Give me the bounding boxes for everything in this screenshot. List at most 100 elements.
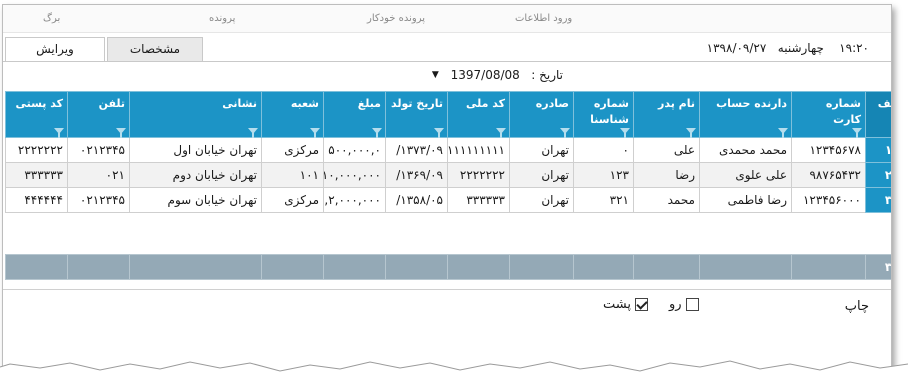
column-header-row[interactable]: ردیف	[865, 91, 891, 138]
cell-branch[interactable]: ۱۰۱	[261, 162, 324, 188]
cell-phone[interactable]: ۰۲۱۲۳۴۵	[67, 187, 130, 213]
date-filter: تاریخ : 1397/08/08 ▼	[403, 67, 563, 87]
clock-display: ۱۹:۲۰ چهارشنبه ۱۳۹۸/۰۹/۲۷	[707, 41, 869, 55]
column-header-phone[interactable]: تلفن	[67, 91, 130, 138]
section-divider	[3, 289, 891, 290]
row-number[interactable]: ۱	[865, 137, 891, 163]
app-window: ورود اطلاعات پرونده خودکار پرونده برگ وی…	[2, 4, 892, 372]
cell-postal-code[interactable]: ۲۲۲۲۲۲۲	[5, 137, 68, 163]
filter-icon[interactable]	[560, 128, 570, 138]
cell-branch[interactable]: مرکزی	[261, 187, 324, 213]
footer-cell	[791, 254, 866, 280]
print-back-label: پشت	[603, 297, 631, 312]
footer-cell	[699, 254, 792, 280]
print-label: چاپ	[844, 299, 869, 314]
cell-father-name[interactable]: محمد	[633, 187, 700, 213]
cell-national-code[interactable]: ۳۳۳۳۳۳	[447, 187, 510, 213]
footer-cell	[509, 254, 574, 280]
cell-amount[interactable]: ۱۰,۰۰۰,۰۰۰	[323, 162, 386, 188]
nav-item-file[interactable]: پرونده	[209, 13, 235, 24]
cell-postal-code[interactable]: ۳۳۳۳۳۳	[5, 162, 68, 188]
filter-icon[interactable]	[434, 128, 444, 138]
cell-national-code[interactable]: ۱۱۱۱۱۱۱۱۱۱	[447, 137, 510, 163]
print-back-checkbox[interactable]: پشت	[603, 297, 648, 312]
clock-time: ۱۹:۲۰	[839, 41, 869, 55]
nav-item-sheet[interactable]: برگ	[43, 13, 60, 24]
column-header-father-name[interactable]: نام پدر	[633, 91, 700, 138]
checkbox-back-box[interactable]	[634, 298, 648, 311]
empty-space	[5, 212, 891, 255]
nav-item-auto-file[interactable]: پرونده خودکار	[367, 13, 425, 24]
chevron-down-icon[interactable]: ▼	[432, 70, 439, 80]
clock-date: ۱۳۹۸/۰۹/۲۷	[706, 41, 767, 55]
column-header-card-number[interactable]: شماره کارت	[791, 91, 866, 138]
cell-id-number[interactable]: ۳۲۱	[573, 187, 634, 213]
cell-postal-code[interactable]: ۴۴۴۴۴۴	[5, 187, 68, 213]
cell-account-holder[interactable]: علی علوی	[699, 162, 792, 188]
footer-cell	[573, 254, 634, 280]
cell-birth-date[interactable]: ۱۳۶۹/۰۹/	[385, 162, 448, 188]
table-row[interactable]: ۳ ۱۲۳۴۵۶۰۰۰ رضا فاطمی محمد ۳۲۱ تهران ۳۳۳…	[5, 187, 891, 213]
cell-id-number[interactable]: ۱۲۳	[573, 162, 634, 188]
column-header-address[interactable]: نشانی	[129, 91, 262, 138]
cell-address[interactable]: تهران خیابان دوم	[129, 162, 262, 188]
table-row[interactable]: ۱ ۱۲۳۴۵۶۷۸ محمد محمدی علی ۰ تهران ۱۱۱۱۱۱…	[5, 137, 891, 163]
nav-item-data-entry[interactable]: ورود اطلاعات	[515, 13, 572, 24]
row-number[interactable]: ۲	[865, 162, 891, 188]
column-header-account-holder[interactable]: دارنده حساب	[699, 91, 792, 138]
checkbox-front-box[interactable]	[685, 298, 699, 311]
filter-icon[interactable]	[852, 128, 862, 138]
footer-cell	[67, 254, 130, 280]
footer-cell	[261, 254, 324, 280]
cell-phone[interactable]: ۰۲۱	[67, 162, 130, 188]
cell-birth-date[interactable]: ۱۳۵۸/۰۵/	[385, 187, 448, 213]
filter-icon[interactable]	[310, 128, 320, 138]
cell-phone[interactable]: ۰۲۱۲۳۴۵	[67, 137, 130, 163]
filter-icon[interactable]	[496, 128, 506, 138]
records-grid: ردیف شماره کارت دارنده حساب نام پدر شمار…	[5, 91, 891, 280]
cell-issued[interactable]: تهران	[509, 162, 574, 188]
cell-father-name[interactable]: رضا	[633, 162, 700, 188]
column-header-postal-code[interactable]: کد پستی	[5, 91, 68, 138]
footer-row-count: ۳	[865, 254, 891, 280]
cell-card-number[interactable]: ۱۲۳۴۵۶۰۰۰	[791, 187, 866, 213]
filter-icon[interactable]	[54, 128, 64, 138]
date-select[interactable]: 1397/08/08	[451, 68, 520, 82]
filter-icon[interactable]	[116, 128, 126, 138]
column-header-issued[interactable]: صادره	[509, 91, 574, 138]
column-header-national-code[interactable]: کد ملی	[447, 91, 510, 138]
column-header-id-number[interactable]: شماره شناسنا	[573, 91, 634, 138]
column-header-amount[interactable]: مبلغ	[323, 91, 386, 138]
cell-id-number[interactable]: ۰	[573, 137, 634, 163]
cell-address[interactable]: تهران خیابان سوم	[129, 187, 262, 213]
grid-empty-area	[5, 212, 891, 255]
cell-card-number[interactable]: ۱۲۳۴۵۶۷۸	[791, 137, 866, 163]
cell-issued[interactable]: تهران	[509, 187, 574, 213]
table-row[interactable]: ۲ ۹۸۷۶۵۴۳۲ علی علوی رضا ۱۲۳ تهران ۲۲۲۲۲۲…	[5, 162, 891, 188]
grid-footer-row: ۳	[5, 254, 891, 280]
cell-card-number[interactable]: ۹۸۷۶۵۴۳۲	[791, 162, 866, 188]
cell-father-name[interactable]: علی	[633, 137, 700, 163]
footer-cell	[385, 254, 448, 280]
grid-header-row: ردیف شماره کارت دارنده حساب نام پدر شمار…	[5, 91, 891, 138]
filter-icon[interactable]	[372, 128, 382, 138]
column-header-birth-date[interactable]: تاریخ تولد	[385, 91, 448, 138]
cell-birth-date[interactable]: ۱۳۷۳/۰۹/	[385, 137, 448, 163]
cell-address[interactable]: تهران خیابان اول	[129, 137, 262, 163]
cell-amount[interactable]: ۵۰۰,۰۰۰,۰	[323, 137, 386, 163]
tab-edit[interactable]: ویرایش	[5, 37, 105, 61]
filter-icon[interactable]	[248, 128, 258, 138]
cell-account-holder[interactable]: رضا فاطمی	[699, 187, 792, 213]
row-number[interactable]: ۳	[865, 187, 891, 213]
cell-issued[interactable]: تهران	[509, 137, 574, 163]
filter-icon[interactable]	[620, 128, 630, 138]
cell-account-holder[interactable]: محمد محمدی	[699, 137, 792, 163]
column-header-branch[interactable]: شعبه	[261, 91, 324, 138]
cell-national-code[interactable]: ۲۲۲۲۲۲۲	[447, 162, 510, 188]
filter-icon[interactable]	[778, 128, 788, 138]
tab-specifications[interactable]: مشخصات	[107, 37, 203, 61]
cell-branch[interactable]: مرکزی	[261, 137, 324, 163]
filter-icon[interactable]	[686, 128, 696, 138]
print-front-checkbox[interactable]: رو	[669, 297, 699, 312]
cell-amount[interactable]: ۲,۰۰۰,۰۰۰,	[323, 187, 386, 213]
